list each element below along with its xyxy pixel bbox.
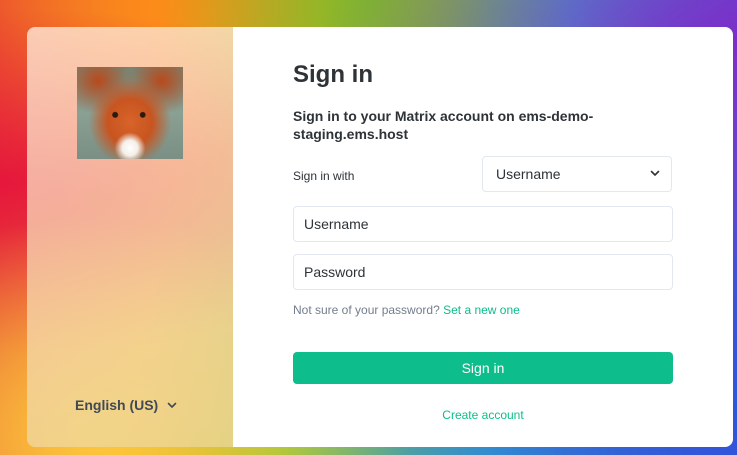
sign-in-form: Sign in Sign in to your Matrix account o… (233, 27, 733, 447)
forgot-password-text: Not sure of your password? (293, 303, 440, 317)
fox-logo-image (77, 67, 183, 159)
chevron-down-icon (166, 399, 178, 411)
language-dropdown[interactable]: English (US) (75, 397, 178, 413)
sign-in-method-value: Username (496, 166, 561, 182)
branding-panel: English (US) (27, 27, 233, 447)
sign-in-with-label: Sign in with (293, 169, 355, 183)
create-account-link[interactable]: Create account (293, 408, 673, 422)
auth-card: English (US) Sign in Sign in to your Mat… (27, 27, 733, 447)
set-new-password-link[interactable]: Set a new one (443, 303, 520, 317)
page-title: Sign in (293, 61, 373, 88)
language-label: English (US) (75, 397, 159, 413)
sign-in-button[interactable]: Sign in (293, 352, 673, 384)
chevron-down-icon (649, 166, 661, 182)
page-subtitle: Sign in to your Matrix account on ems-de… (293, 108, 594, 142)
password-input[interactable] (293, 254, 673, 290)
username-input[interactable] (293, 206, 673, 242)
forgot-password-row: Not sure of your password? Set a new one (293, 303, 520, 317)
sign-in-method-select[interactable]: Username (482, 156, 672, 192)
